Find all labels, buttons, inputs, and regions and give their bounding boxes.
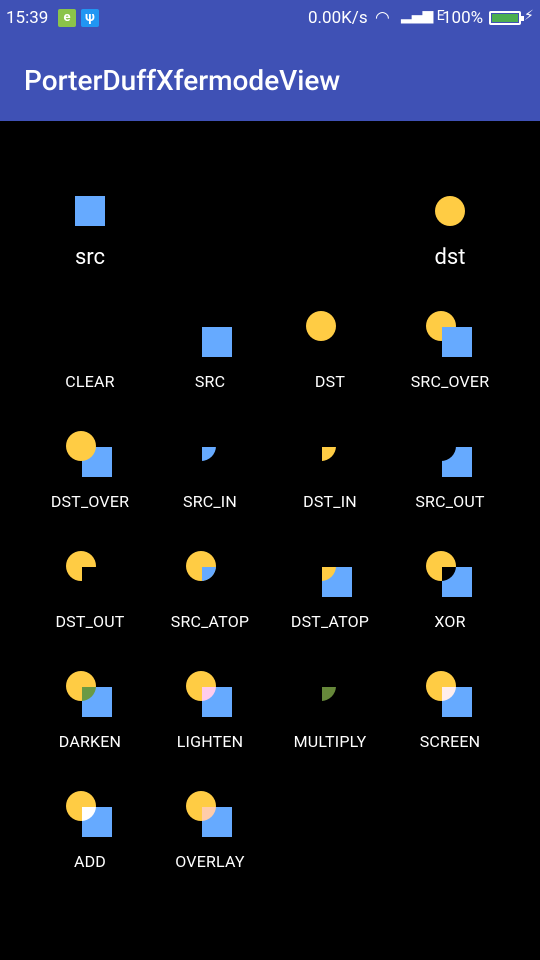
mode-preview-src-out [442, 447, 472, 477]
mode-cell-overlay: OVERLAY [150, 790, 270, 871]
mode-label: SRC_ATOP [170, 612, 250, 631]
mode-preview-add [66, 791, 112, 837]
browser-notification-icon: e [58, 9, 76, 27]
mode-preview-src [202, 327, 232, 357]
network-speed: 0.00K/s [308, 8, 368, 28]
legend-src: src [30, 195, 150, 270]
mode-label: DARKEN [58, 732, 122, 751]
mode-cell-add: ADD [30, 790, 150, 871]
mode-preview-xor [426, 551, 472, 597]
mode-label: OVERLAY [175, 852, 245, 871]
mode-cell-clear: CLEAR [30, 310, 150, 391]
wifi-icon: ◠ [375, 8, 390, 28]
battery-icon [489, 11, 524, 25]
mode-cell-dst-over: DST_OVER [30, 430, 150, 511]
mode-label: SRC [194, 372, 226, 391]
mode-preview-clear [65, 310, 115, 360]
mode-label: CLEAR [65, 372, 115, 391]
mode-cell-screen: SCREEN [390, 670, 510, 751]
mode-label: DST_ATOP [290, 612, 370, 631]
mode-label: XOR [434, 612, 466, 631]
mode-preview-dst [306, 311, 336, 341]
mode-preview-screen [426, 671, 472, 717]
mode-label: MULTIPLY [293, 732, 367, 751]
mode-preview-src-in [202, 447, 216, 461]
mode-cell-multiply: MULTIPLY [270, 670, 390, 751]
mode-label: DST [314, 372, 346, 391]
mode-cell-src-out: SRC_OUT [390, 430, 510, 511]
mode-label: SRC_IN [183, 492, 237, 511]
mode-label: LIGHTEN [176, 732, 244, 751]
signal-icon: ▂▄▆ E [401, 8, 445, 24]
mode-cell-dst-in: DST_IN [270, 430, 390, 511]
mode-label: SCREEN [419, 732, 481, 751]
mode-preview-lighten [186, 671, 232, 717]
mode-label: DST_OVER [50, 492, 130, 511]
legend-src-label: src [74, 245, 106, 270]
status-time: 15:39 [6, 8, 49, 28]
mode-label: DST_IN [303, 492, 357, 511]
mode-cell-src-in: SRC_IN [150, 430, 270, 511]
mode-label: DST_OUT [55, 612, 125, 631]
mode-cell-dst: DST [270, 310, 390, 391]
mode-preview-src-over [426, 311, 472, 357]
page-title: PorterDuffXfermodeView [24, 64, 341, 97]
mode-label: SRC_OVER [410, 372, 490, 391]
mode-cell-dst-atop: DST_ATOP [270, 550, 390, 631]
mode-preview-overlay [186, 791, 232, 837]
usb-icon: ψ [81, 9, 99, 27]
mode-cell-src: SRC [150, 310, 270, 391]
mode-preview-dst-in [322, 447, 336, 461]
status-bar: 15:39 e ψ 0.00K/s ◠ ▂▄▆ E 100% ⚡ [0, 0, 540, 37]
mode-preview-dst-over [66, 431, 112, 477]
mode-cell-dst-out: DST_OUT [30, 550, 150, 631]
mode-cell-darken: DARKEN [30, 670, 150, 751]
battery-percent: 100% [442, 8, 484, 28]
mode-label: SRC_OUT [415, 492, 485, 511]
mode-preview-dst-out [66, 551, 96, 581]
mode-preview-multiply [322, 687, 336, 701]
mode-cell-src-over: SRC_OVER [390, 310, 510, 391]
mode-preview-dst-atop [322, 567, 352, 597]
app-bar: PorterDuffXfermodeView [0, 37, 540, 121]
mode-cell-lighten: LIGHTEN [150, 670, 270, 751]
mode-label: ADD [73, 852, 107, 871]
mode-cell-src-atop: SRC_ATOP [150, 550, 270, 631]
dst-circle-icon [435, 196, 465, 226]
src-square-icon [75, 196, 105, 226]
legend-dst: dst [390, 195, 510, 270]
legend-dst-label: dst [434, 245, 466, 270]
mode-cell-xor: XOR [390, 550, 510, 631]
mode-preview-darken [66, 671, 112, 717]
mode-preview-src-atop [186, 551, 216, 581]
charging-icon: ⚡ [524, 8, 534, 24]
